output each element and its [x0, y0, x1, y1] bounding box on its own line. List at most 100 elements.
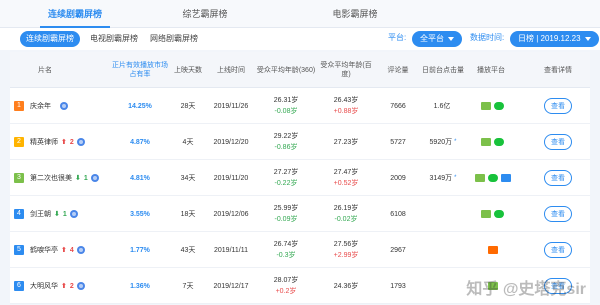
view-detail-button[interactable]: 查看 — [544, 134, 572, 150]
col-share[interactable]: 正片有效播放市场占有率 — [110, 52, 170, 88]
market-share: 3.55% — [130, 210, 150, 218]
col-days: 上映天数 — [174, 66, 202, 74]
date-label: 数据时间: — [470, 33, 505, 42]
subtab-series[interactable]: 连续剧霸屏榜 — [20, 31, 80, 47]
platform-iqiyi-icon[interactable] — [494, 102, 504, 110]
age-baidu-change: +0.52岁 — [333, 180, 359, 187]
daily-plays-cell: 3149万 * — [420, 160, 466, 196]
chevron-down-icon — [584, 36, 591, 41]
table-row: 2 精英律师 ⬆ 2 4.87% 4天 2019/12/20 29.22岁 -0… — [10, 124, 590, 160]
chevron-down-icon — [448, 36, 454, 41]
subtab-web-series[interactable]: 网络剧霸屏榜 — [144, 31, 204, 47]
view-detail-button[interactable]: 查看 — [544, 206, 572, 222]
plays-footnote-star: * — [454, 175, 457, 181]
rank-change-number: 4 — [69, 246, 74, 254]
days-on-air: 43天 — [180, 247, 196, 254]
show-title[interactable]: 鹤唳华亭 — [30, 245, 58, 255]
platform-iqiyi-icon[interactable] — [494, 210, 504, 218]
tab-movie-ranking[interactable]: 电影霸屏榜 — [300, 0, 410, 28]
show-title[interactable]: 大明风华 — [30, 281, 58, 291]
rank-change-arrow: ⬆ — [61, 139, 67, 146]
col-platforms: 播放平台 — [477, 66, 505, 74]
age-360: 27.27岁 — [273, 169, 299, 176]
age-360-change: -0.09岁 — [274, 216, 298, 223]
daily-plays: 1.6亿 — [433, 103, 451, 110]
age-360-cell: 26.31岁 -0.08岁 — [256, 88, 316, 124]
rank-badge: 4 — [14, 209, 24, 219]
table-row: 4 剑王朝 ⬇ 1 3.55% 18天 2019/12/06 25.99岁 -0… — [10, 196, 590, 232]
release-date: 2019/11/11 — [214, 246, 248, 254]
view-detail-button[interactable]: 查看 — [544, 242, 572, 258]
age-baidu: 27.23岁 — [333, 138, 359, 146]
rank-change-number: 2 — [69, 138, 74, 146]
platform-iqiyi-icon[interactable] — [487, 174, 498, 182]
days-on-air: 4天 — [182, 139, 194, 146]
platform-iqiyi-icon[interactable] — [494, 138, 504, 146]
age-360: 25.99岁 — [273, 205, 299, 212]
platform-green-icon[interactable] — [481, 210, 491, 218]
date-select[interactable]: 日榜 | 2019.12.23 — [510, 31, 599, 47]
daily-plays-cell — [420, 196, 466, 232]
platform-green-icon[interactable] — [474, 174, 485, 182]
tab-series-ranking[interactable]: 连续剧霸屏榜 — [20, 0, 130, 28]
platform-label: 平台: — [388, 33, 407, 42]
rank-change-arrow: ⬆ — [61, 247, 67, 254]
view-detail-button[interactable]: 查看 — [544, 98, 572, 114]
table-body: 1 庆余年 14.25% 28天 2019/11/26 26.31岁 -0.08… — [10, 88, 590, 304]
age-baidu: 27.47岁 — [333, 169, 359, 176]
days-on-air: 18天 — [180, 211, 196, 218]
detail-cell: 查看 — [530, 88, 586, 124]
age-baidu-cell: 26.19岁 -0.02岁 — [316, 196, 376, 232]
market-share: 1.36% — [130, 282, 150, 290]
detail-cell: 查看 — [530, 160, 586, 196]
platform-icons — [466, 88, 522, 124]
platform-select[interactable]: 全平台 — [412, 31, 462, 47]
detail-cell: 查看 — [530, 232, 586, 268]
age-360: 29.22岁 — [273, 133, 299, 140]
market-share: 14.25% — [128, 102, 152, 110]
show-title[interactable]: 庆余年 — [30, 101, 51, 111]
age-360-cell: 29.22岁 -0.86岁 — [256, 124, 316, 160]
show-title[interactable]: 精英律师 — [30, 137, 58, 147]
tab-variety-ranking[interactable]: 综艺霸屏榜 — [150, 0, 260, 28]
daily-plays-cell: 1.6亿 — [420, 88, 466, 124]
rank-change-number: 1 — [62, 210, 67, 218]
days-on-air: 28天 — [180, 103, 196, 110]
age-baidu: 27.56岁 — [333, 241, 359, 248]
platform-green-icon[interactable] — [481, 102, 491, 110]
show-title[interactable]: 剑王朝 — [30, 209, 51, 219]
days-on-air: 34天 — [180, 175, 196, 182]
daily-plays: 5920万 — [429, 139, 453, 146]
ranking-table: 片名 正片有效播放市场占有率 上映天数 上线时间 受众平均年龄(360) 受众平… — [10, 52, 590, 304]
age-360-change: +0.2岁 — [275, 288, 297, 295]
platform-badge-icon — [60, 102, 68, 110]
title-cell: 4 剑王朝 ⬇ 1 — [14, 196, 114, 232]
market-share: 1.77% — [130, 246, 150, 254]
rank-change-number: 1 — [83, 174, 88, 182]
col-age-baidu: 受众平均年龄(百度) — [320, 62, 372, 78]
platform-icons — [466, 160, 522, 196]
filter-toolbar: 连续剧霸屏榜 电视剧霸屏榜 网络剧霸屏榜 平台: 全平台 数据时间: 日榜 | … — [0, 28, 600, 50]
col-reviews: 评论量 — [387, 66, 409, 74]
platform-green-icon[interactable] — [481, 138, 491, 146]
subtab-tv-series[interactable]: 电视剧霸屏榜 — [84, 31, 144, 47]
title-cell: 5 鹤唳华亭 ⬆ 4 — [14, 232, 114, 268]
rank-badge: 3 — [14, 173, 24, 183]
age-360: 28.07岁 — [273, 277, 299, 284]
view-detail-button[interactable]: 查看 — [544, 170, 572, 186]
platform-bili-icon[interactable] — [500, 174, 511, 182]
top-tab-bar: 连续剧霸屏榜 综艺霸屏榜 电影霸屏榜 — [0, 0, 600, 28]
platform-tx-icon[interactable] — [487, 246, 498, 254]
release-date: 2019/11/20 — [213, 174, 249, 182]
release-date: 2019/11/26 — [213, 102, 249, 110]
market-share: 4.81% — [130, 174, 150, 182]
age-baidu: 26.43岁 — [333, 97, 359, 104]
platform-badge-icon — [76, 246, 85, 254]
age-baidu-change: -0.02岁 — [334, 216, 358, 223]
rank-badge: 1 — [14, 101, 24, 111]
age-baidu-cell: 27.23岁 — [316, 124, 376, 160]
col-detail: 查看详情 — [544, 66, 572, 74]
title-cell: 6 大明风华 ⬆ 2 — [14, 268, 114, 304]
show-title[interactable]: 第二次也很美 — [30, 173, 72, 183]
rank-change-arrow: ⬇ — [75, 175, 81, 182]
